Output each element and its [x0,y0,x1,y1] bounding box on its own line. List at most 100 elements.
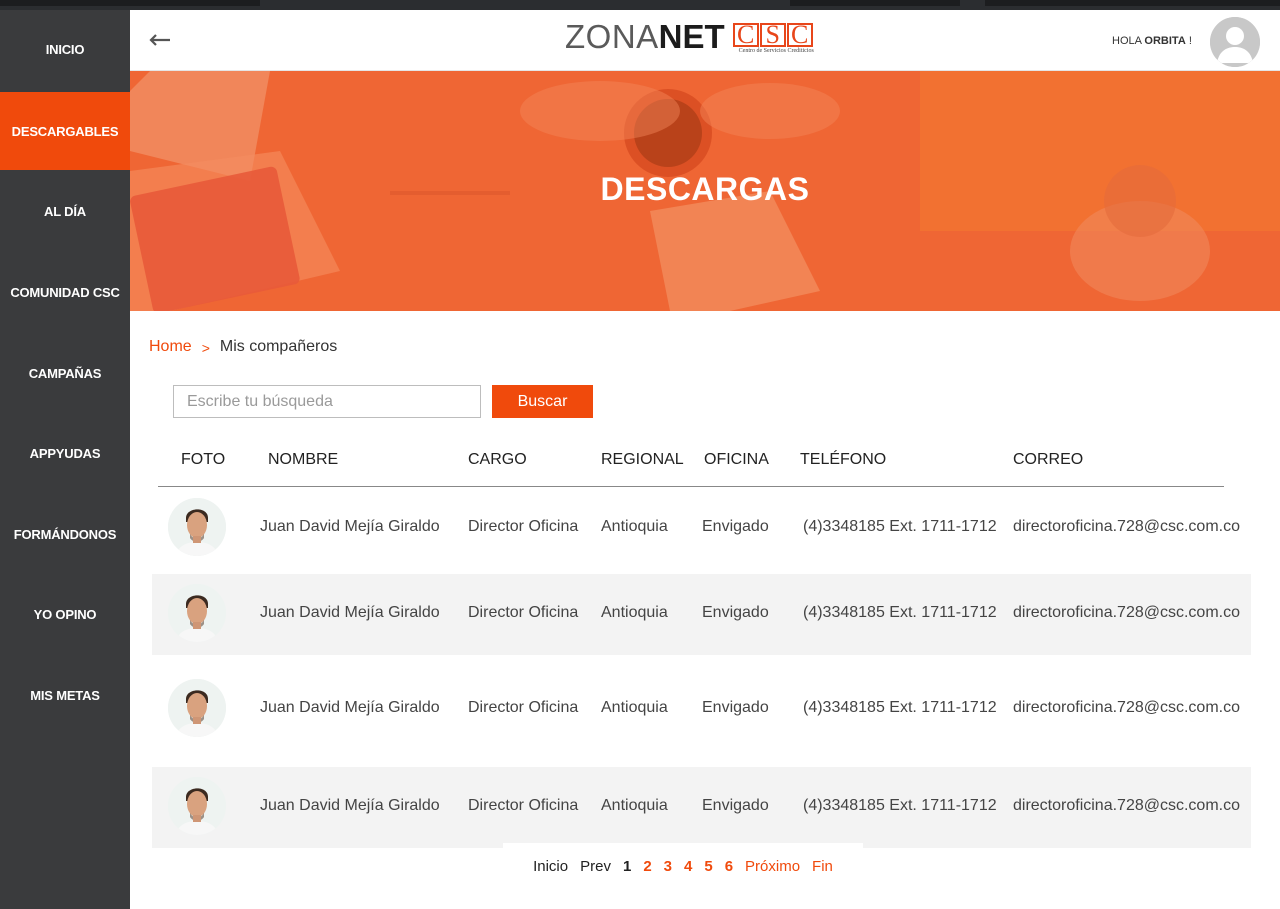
table-header: FOTO NOMBRE CARGO REGIONAL OFICINA TELÉF… [158,440,1224,487]
employee-photo [168,584,226,642]
pagination-page[interactable]: 2 [643,858,651,875]
table-row: Juan David Mejía Giraldo Director Oficin… [152,767,1251,848]
column-header-cargo: CARGO [468,451,527,468]
pagination-page[interactable]: 3 [664,858,672,875]
zonanet-csc-logo[interactable]: ZONA NET C S C Centro de Servicios Credit… [565,20,814,62]
employee-photo [168,679,226,737]
employee-phone: (4)3348185 Ext. 1711-1712 [803,604,997,621]
breadcrumb-current: Mis compañeros [219,338,338,355]
user-avatar[interactable] [1210,17,1260,67]
sidebar-item-descargables[interactable]: DESCARGABLES [0,92,130,170]
search-button[interactable]: Buscar [492,385,593,418]
employee-phone: (4)3348185 Ext. 1711-1712 [803,699,997,716]
banner-title: DESCARGAS [600,171,810,207]
table-row: Juan David Mejía Giraldo Director Oficin… [152,669,1251,750]
column-header-foto: FOTO [181,451,226,468]
employee-photo [168,498,226,556]
breadcrumb-home-link[interactable]: Home [149,338,192,358]
sidebar-item-label: FORMÁNDONOS [13,526,117,542]
user-greeting: HOLA ORBITA ! [1112,35,1192,47]
breadcrumb: Home > Mis compañeros [149,338,337,358]
csc-logo-letter: C [732,22,759,48]
browser-tab-strip [985,0,1280,6]
sidebar-item-al-dia[interactable]: AL DÍA [0,172,130,250]
sidebar-item-campanas[interactable]: CAMPAÑAS [0,334,130,412]
employee-region: Antioquia [601,604,668,621]
employee-position: Director Oficina [468,518,579,535]
employee-region: Antioquia [601,699,668,716]
employee-portrait-icon [168,584,226,642]
sidebar-item-yo-opino[interactable]: YO OPINO [0,575,130,653]
employee-position: Director Oficina [468,699,579,716]
sidebar-item-label: COMUNIDAD CSC [10,284,120,300]
greeting-text: HOLA [1112,35,1142,47]
pagination-first[interactable]: Inicio [533,858,568,875]
employee-position: Director Oficina [468,604,579,621]
table-row: Juan David Mejía Giraldo Director Oficin… [152,488,1251,569]
top-header: ZONA NET C S C Centro de Servicios Credit… [130,10,1280,71]
employee-email[interactable]: directoroficina.728@csc.com.co [1013,797,1240,815]
employee-office: Envigado [702,797,769,814]
browser-tab-strip [0,0,260,6]
employee-phone: (4)3348185 Ext. 1711-1712 [803,797,997,814]
employee-name: Juan David Mejía Giraldo [260,699,440,716]
logo-net-text: NET [658,18,725,55]
sidebar-item-label: INICIO [45,41,85,57]
employee-email[interactable]: directoroficina.728@csc.com.co [1013,699,1240,717]
pagination-page[interactable]: 6 [725,858,733,875]
employee-name: Juan David Mejía Giraldo [260,797,440,814]
pagination: Inicio Prev 1 2 3 4 5 6 Próximo Fin [503,843,863,889]
user-silhouette-icon [1210,17,1260,67]
sidebar-item-mis-metas[interactable]: MIS METAS [0,656,130,734]
employee-region: Antioquia [601,518,668,535]
employee-email[interactable]: directoroficina.728@csc.com.co [1013,518,1240,536]
sidebar-item-label: AL DÍA [44,203,86,219]
column-header-oficina: OFICINA [704,451,769,468]
csc-logo-letter: S [759,22,786,48]
sidebar-item-label: YO OPINO [33,606,97,622]
pagination-prev[interactable]: Prev [580,858,611,875]
browser-top-strip [0,0,1280,10]
employee-office: Envigado [702,518,769,535]
sidebar-item-label: APPYUDAS [29,445,101,461]
column-header-nombre: NOMBRE [268,451,339,468]
pagination-page-current[interactable]: 1 [623,858,631,875]
employee-phone: (4)3348185 Ext. 1711-1712 [803,518,997,535]
employee-office: Envigado [702,699,769,716]
column-header-regional: REGIONAL [601,451,684,468]
sidebar-item-comunidad-csc[interactable]: COMUNIDAD CSC [0,253,130,331]
sidebar-item-label: MIS METAS [30,687,100,703]
page-banner: DESCARGAS [130,71,1280,311]
employee-region: Antioquia [601,797,668,814]
employee-email[interactable]: directoroficina.728@csc.com.co [1013,604,1240,622]
pagination-last[interactable]: Fin [812,858,833,875]
employee-name: Juan David Mejía Giraldo [260,604,440,621]
table-row: Juan David Mejía Giraldo Director Oficin… [152,574,1251,655]
column-header-correo: CORREO [1013,451,1084,468]
breadcrumb-separator: > [201,340,210,356]
sidebar-nav: INICIO DESCARGABLES AL DÍA COMUNIDAD CSC… [0,10,130,909]
employee-portrait-icon [168,498,226,556]
pagination-next[interactable]: Próximo [745,858,800,875]
search-input[interactable] [173,385,481,418]
logo-zona-text: ZONA [565,18,659,55]
user-name: ORBITA [1144,35,1186,47]
sidebar-item-formandonos[interactable]: FORMÁNDONOS [0,495,130,573]
sidebar-item-appyudas[interactable]: APPYUDAS [0,414,130,492]
sidebar-item-label: DESCARGABLES [11,123,119,139]
sidebar-item-inicio[interactable]: INICIO [0,10,130,88]
employee-portrait-icon [168,679,226,737]
sidebar-item-label: CAMPAÑAS [28,365,102,381]
pagination-page[interactable]: 4 [684,858,692,875]
employee-position: Director Oficina [468,797,579,814]
employee-portrait-icon [168,777,226,835]
back-arrow-icon[interactable] [148,30,172,50]
employee-photo [168,777,226,835]
employee-office: Envigado [702,604,769,621]
csc-logo: C S C Centro de Servicios Crediticios [732,22,814,54]
csc-logo-letter: C [786,22,813,48]
browser-tab-strip [790,0,960,6]
csc-logo-subtitle: Centro de Servicios Crediticios [738,48,814,54]
column-header-telefono: TELÉFONO [800,451,887,468]
pagination-page[interactable]: 5 [704,858,712,875]
